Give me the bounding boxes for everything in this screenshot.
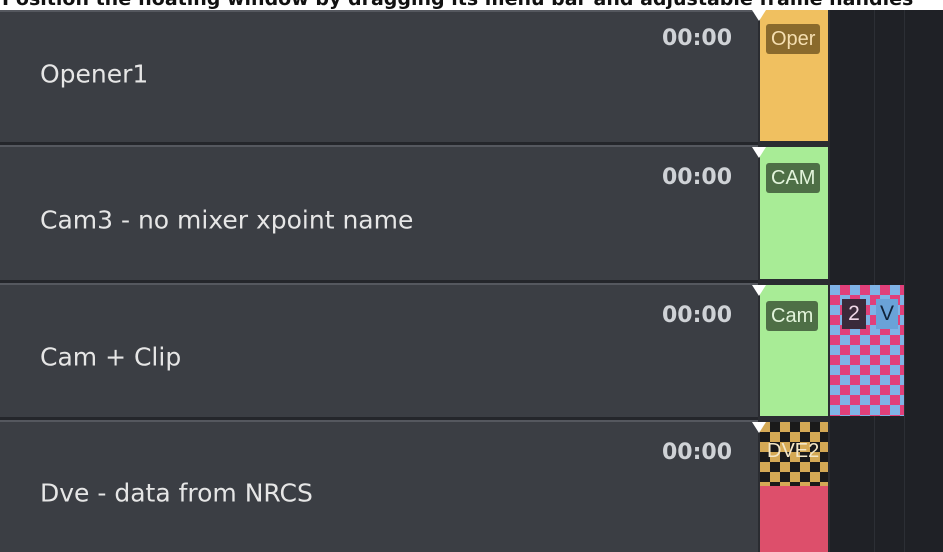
segment-duration: 00:00 [661,26,732,51]
playhead-marker-icon[interactable] [752,422,766,433]
piece-label: CAM [766,163,821,193]
segment-row[interactable]: Cam3 - no mixer xpoint name 00:00 [0,145,758,283]
segment-duration: 00:00 [661,165,732,190]
segment-name: Opener1 [40,59,149,89]
timeline-piece-clip[interactable]: 2 V [830,285,904,416]
timeline-area [830,10,943,552]
clip-count-badge: 2 [842,299,866,329]
segment-row[interactable]: Dve - data from NRCS 00:00 [0,420,758,552]
timeline-piece-opener[interactable]: Oper [760,10,828,141]
playhead-marker-icon[interactable] [752,147,766,158]
segment-name: Cam3 - no mixer xpoint name [40,204,414,234]
segment-duration: 00:00 [661,303,732,328]
timeline-piece-dve[interactable]: DVE2 [760,422,828,552]
segment-row[interactable]: Cam + Clip 00:00 [0,283,758,420]
segment-duration: 00:00 [661,440,732,465]
floating-window-hint: Position the floating window by dragging… [0,0,943,10]
piece-label: Oper [766,24,821,54]
playhead-marker-icon[interactable] [752,10,766,21]
timeline-piece-camera[interactable]: CAM [760,147,828,279]
segment-name: Dve - data from NRCS [40,478,313,508]
segment-row[interactable]: Opener1 00:00 [0,10,758,145]
segment-name: Cam + Clip [40,342,182,372]
timeline-piece-camera[interactable]: Cam [760,285,828,416]
playhead-marker-icon[interactable] [752,285,766,296]
piece-label: DVE2 [767,440,820,462]
floating-window-hint-text: Position the floating window by dragging… [2,0,913,10]
piece-label: Cam [766,301,819,331]
clip-label: V [876,299,899,329]
